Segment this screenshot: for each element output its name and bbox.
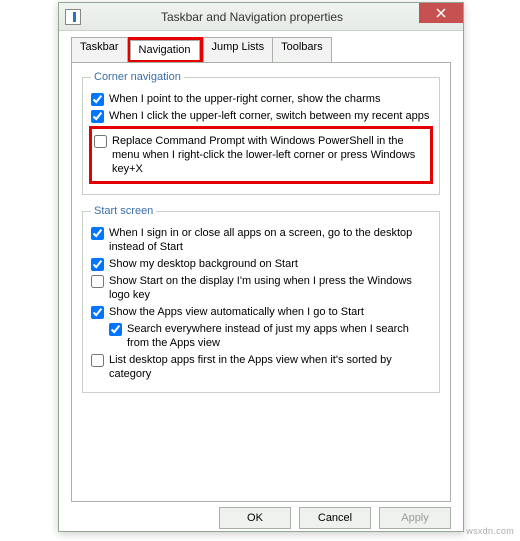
option-start-on-display[interactable]: Show Start on the display I'm using when… (91, 274, 431, 302)
checkbox-show-charms[interactable] (91, 93, 104, 106)
label-search-everywhere: Search everywhere instead of just my app… (127, 322, 431, 350)
option-replace-cmd-powershell[interactable]: Replace Command Prompt with Windows Powe… (94, 134, 428, 176)
label-list-desktop-first: List desktop apps first in the Apps view… (109, 353, 431, 381)
properties-dialog: Taskbar and Navigation properties Taskba… (58, 2, 464, 532)
checkbox-signin-desktop[interactable] (91, 227, 104, 240)
checkbox-start-on-display[interactable] (91, 275, 104, 288)
label-show-desktop-bg: Show my desktop background on Start (109, 257, 298, 271)
option-search-everywhere[interactable]: Search everywhere instead of just my app… (109, 322, 431, 350)
checkbox-search-everywhere[interactable] (109, 323, 122, 336)
ok-button[interactable]: OK (219, 507, 291, 529)
option-switch-recent-apps[interactable]: When I click the upper-left corner, swit… (91, 109, 431, 123)
option-show-desktop-bg[interactable]: Show my desktop background on Start (91, 257, 431, 271)
tabstrip: Taskbar Navigation Jump Lists Toolbars (71, 37, 451, 63)
group-start-screen: Start screen When I sign in or close all… (82, 205, 440, 393)
highlight-active-tab: Navigation (127, 37, 203, 63)
close-icon (436, 8, 446, 18)
tab-taskbar[interactable]: Taskbar (71, 37, 128, 63)
tab-navigation[interactable]: Navigation (130, 40, 200, 60)
system-icon (65, 9, 81, 25)
apply-button[interactable]: Apply (379, 507, 451, 529)
cancel-button[interactable]: Cancel (299, 507, 371, 529)
label-switch-recent-apps: When I click the upper-left corner, swit… (109, 109, 429, 123)
titlebar: Taskbar and Navigation properties (59, 3, 463, 31)
label-signin-desktop: When I sign in or close all apps on a sc… (109, 226, 431, 254)
dialog-button-row: OK Cancel Apply (71, 507, 451, 529)
watermark: wsxdn.com (466, 526, 514, 536)
window-title: Taskbar and Navigation properties (81, 10, 463, 24)
checkbox-list-desktop-first[interactable] (91, 354, 104, 367)
option-signin-desktop[interactable]: When I sign in or close all apps on a sc… (91, 226, 431, 254)
checkbox-switch-recent-apps[interactable] (91, 110, 104, 123)
label-show-charms: When I point to the upper-right corner, … (109, 92, 380, 106)
label-apps-view-auto: Show the Apps view automatically when I … (109, 305, 364, 319)
checkbox-apps-view-auto[interactable] (91, 306, 104, 319)
label-replace-cmd-powershell: Replace Command Prompt with Windows Powe… (112, 134, 428, 176)
label-start-on-display: Show Start on the display I'm using when… (109, 274, 431, 302)
highlight-powershell-option: Replace Command Prompt with Windows Powe… (89, 126, 433, 184)
checkbox-show-desktop-bg[interactable] (91, 258, 104, 271)
group-corner-legend: Corner navigation (91, 71, 184, 83)
tab-page-navigation: Corner navigation When I point to the up… (71, 62, 451, 502)
option-list-desktop-first[interactable]: List desktop apps first in the Apps view… (91, 353, 431, 381)
tab-toolbars[interactable]: Toolbars (272, 37, 332, 63)
tab-jump-lists[interactable]: Jump Lists (203, 37, 274, 63)
close-button[interactable] (419, 3, 463, 23)
client-area: Taskbar Navigation Jump Lists Toolbars C… (59, 31, 463, 541)
option-show-charms[interactable]: When I point to the upper-right corner, … (91, 92, 431, 106)
group-start-legend: Start screen (91, 205, 156, 217)
group-corner-navigation: Corner navigation When I point to the up… (82, 71, 440, 195)
checkbox-replace-cmd-powershell[interactable] (94, 135, 107, 148)
option-apps-view-auto[interactable]: Show the Apps view automatically when I … (91, 305, 431, 319)
